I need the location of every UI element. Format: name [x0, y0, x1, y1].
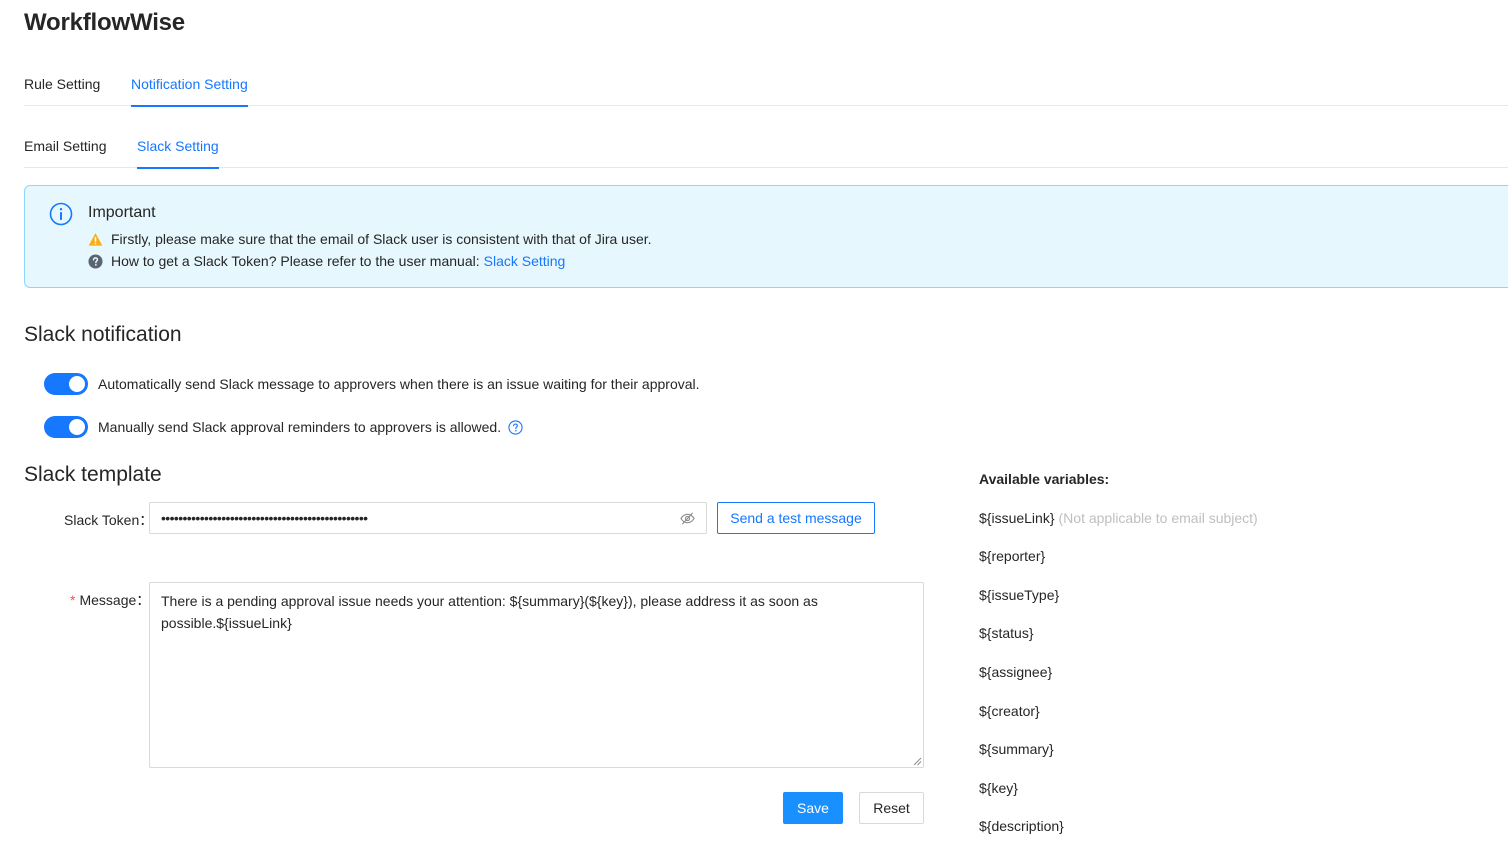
required-mark: * [70, 592, 76, 608]
app-title: WorkflowWise [24, 9, 185, 36]
variable-item: ${assignee} [979, 664, 1053, 680]
slack-token-label-text: Slack Token [64, 512, 140, 528]
variable-item: ${issueType} [979, 587, 1060, 603]
slack-notification-title: Slack notification [24, 323, 182, 346]
tab-notification-setting[interactable]: Notification Setting [131, 62, 248, 107]
variable-item: ${description} [979, 818, 1064, 834]
tab-slack-setting[interactable]: Slack Setting [137, 124, 219, 169]
slack-token-input[interactable]: ••••••••••••••••••••••••••••••••••••••••… [149, 502, 707, 534]
variable-name: ${issueLink} [979, 510, 1055, 526]
important-alert: Important Firstly, please make sure that… [24, 185, 1508, 288]
variable-item: ${creator} [979, 703, 1040, 719]
alert-token-text: How to get a Slack Token? Please refer t… [111, 253, 480, 269]
warning-icon [88, 232, 103, 246]
manual-reminder-label: Manually send Slack approval reminders t… [98, 419, 502, 435]
manual-reminder-row: Manually send Slack approval reminders t… [44, 416, 523, 438]
tab-email-setting[interactable]: Email Setting [24, 124, 106, 168]
auto-send-row: Automatically send Slack message to appr… [44, 373, 700, 395]
variable-item: ${reporter} [979, 548, 1046, 564]
alert-email-text: Firstly, please make sure that the email… [111, 231, 652, 247]
alert-title: Important [88, 204, 156, 221]
main-tabs: Rule Setting Notification Setting [24, 62, 1508, 107]
send-test-message-button[interactable]: Send a test message [717, 502, 875, 534]
message-label: * Message： [70, 592, 151, 608]
variable-item: ${summary} [979, 741, 1054, 757]
resize-handle-icon[interactable] [912, 756, 922, 766]
alert-line-email: Firstly, please make sure that the email… [88, 231, 652, 247]
slack-template-title: Slack template [24, 463, 162, 486]
sub-tabs: Email Setting Slack Setting [24, 124, 1508, 169]
question-circle-icon [88, 253, 103, 269]
tab-rule-setting[interactable]: Rule Setting [24, 62, 100, 106]
message-textarea[interactable]: There is a pending approval issue needs … [149, 582, 924, 768]
available-variables-title: Available variables: [979, 471, 1110, 487]
eye-invisible-icon[interactable] [680, 511, 695, 526]
manual-reminder-toggle[interactable] [44, 416, 88, 438]
help-icon[interactable] [508, 419, 523, 435]
message-label-text: Message [79, 592, 137, 608]
slack-setting-link[interactable]: Slack Setting [484, 253, 566, 269]
variable-item: ${issueLink} (Not applicable to email sub… [979, 510, 1258, 526]
alert-line-token: How to get a Slack Token? Please refer t… [88, 253, 565, 269]
slack-token-label: Slack Token： [64, 512, 154, 528]
variable-item: ${status} [979, 625, 1034, 641]
reset-button[interactable]: Reset [859, 792, 924, 824]
info-icon [49, 202, 73, 226]
variable-item: ${key} [979, 780, 1018, 796]
auto-send-label: Automatically send Slack message to appr… [98, 376, 700, 392]
save-button[interactable]: Save [783, 792, 843, 824]
auto-send-toggle[interactable] [44, 373, 88, 395]
variable-note: (Not applicable to email subject) [1058, 510, 1258, 526]
